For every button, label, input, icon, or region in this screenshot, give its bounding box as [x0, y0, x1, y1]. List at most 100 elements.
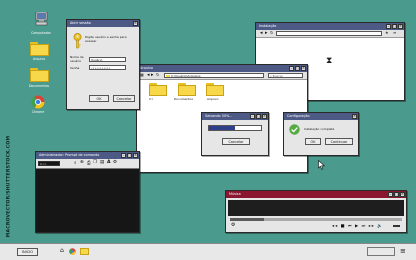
search-icon[interactable]: ⌕ [74, 160, 77, 166]
hamburger-icon[interactable]: ≡ [400, 246, 406, 256]
close-button[interactable]: × [398, 24, 403, 29]
taskbar: INICIO ⌂ ≡ [0, 243, 416, 260]
minimize-button[interactable]: – [121, 153, 126, 158]
desktop-icon-computer[interactable]: Computador [26, 12, 56, 38]
window-title: Instalação [259, 24, 277, 28]
hourglass-icon: ⧗ [326, 56, 333, 66]
folder-icon [30, 42, 49, 56]
window-title: Música [229, 192, 241, 196]
terminal-titlebar: Administrador: Prompt de comando – □ × [36, 152, 139, 159]
close-button[interactable]: × [301, 66, 306, 71]
window-title: Abrir sessão [70, 21, 91, 25]
password-field[interactable]: ••••••••••• [89, 65, 126, 70]
explorer-toolbar: ▦ ◂ ▸ ↻ C:\Usuário\Arquivos ⌕ Buscar [137, 72, 307, 80]
play-icon[interactable]: ▶ [355, 223, 359, 228]
mouse-cursor-icon [318, 160, 325, 170]
volume-slider[interactable] [393, 225, 400, 227]
key-icon [73, 33, 82, 49]
watermark: MACROVECTOR/SHUTTERSTOCK.COM [6, 135, 12, 238]
previous-icon[interactable]: ⏮ [348, 223, 353, 228]
settings-icon[interactable]: ⚙ [231, 222, 235, 228]
folder-item[interactable]: Arquivo [203, 83, 231, 105]
fast-forward-icon[interactable]: ▸▸ [369, 223, 375, 228]
folder-label: Documentos [174, 97, 193, 101]
system-tray [367, 247, 395, 256]
config-window: Configuração × Instalação completa OK Co… [283, 112, 359, 156]
terminal-prompt[interactable]: C:\> [38, 161, 60, 166]
minimize-button[interactable]: – [386, 24, 391, 29]
user-field[interactable]: Usuário [89, 57, 126, 62]
desktop-icon-label: Documentos [28, 84, 50, 88]
window-title: Administrador: Prompt de comando [39, 153, 100, 157]
path-field[interactable]: C:\Usuário\Arquivos [164, 73, 264, 78]
desktop-icon-label: Chrome [31, 110, 45, 114]
ok-button[interactable]: OK [305, 138, 321, 145]
media-window: Música – □ × ⚙ ◂◂ ■ ⏮ ▶ ⏭ ▸▸ 🔈 [225, 190, 407, 233]
maximize-button[interactable]: □ [394, 192, 399, 197]
menu-icon[interactable]: ≡ [393, 30, 396, 36]
path-text: C:\Usuário\Arquivos [171, 74, 201, 78]
refresh-icon[interactable]: ↻ [270, 30, 273, 36]
address-bar[interactable] [276, 31, 382, 36]
forward-icon[interactable]: ▸ [151, 72, 154, 78]
config-titlebar: Configuração × [284, 113, 358, 120]
pass-label: Senha [70, 66, 80, 70]
folder-icon[interactable] [80, 248, 89, 255]
minimize-button[interactable]: – [250, 114, 255, 119]
minimize-button[interactable]: – [388, 192, 393, 197]
continue-button[interactable]: Continuar [325, 138, 353, 145]
close-button[interactable]: × [262, 114, 267, 119]
folder-label: Arquivo [207, 97, 219, 101]
close-button[interactable]: × [133, 153, 138, 158]
desktop-icon-chrome[interactable]: Chrome [23, 95, 53, 121]
folder-item[interactable]: C:\ [146, 83, 174, 105]
maximize-button[interactable]: □ [392, 24, 397, 29]
forward-icon[interactable]: ▸ [265, 30, 268, 36]
maximize-button[interactable]: □ [295, 66, 300, 71]
start-button[interactable]: INICIO [17, 248, 38, 256]
star-icon[interactable]: ★ [385, 30, 389, 36]
media-display [228, 200, 404, 216]
folder-item[interactable]: Documentos [173, 83, 201, 105]
close-button[interactable]: × [133, 21, 138, 26]
maximize-button[interactable]: □ [256, 114, 261, 119]
search-input[interactable]: ⌕ Buscar [268, 73, 303, 78]
settings-icon[interactable]: ⚙ [113, 160, 117, 165]
font-icon[interactable]: A [107, 160, 110, 165]
zoom-icon[interactable]: ⊕ [80, 160, 84, 165]
home-icon[interactable]: ⌂ [60, 247, 64, 255]
grid-view-icon[interactable]: ▦ [140, 72, 144, 78]
back-icon[interactable]: ◂ [260, 30, 263, 36]
search-placeholder: Buscar [272, 74, 283, 78]
copy-icon[interactable]: ❐ [93, 160, 97, 165]
user-label: Nome de usuário [70, 55, 84, 63]
stop-icon[interactable]: ■ [341, 223, 346, 228]
folder-icon [30, 68, 49, 82]
cancel-button[interactable]: Cancelar [222, 138, 250, 145]
rewind-icon[interactable]: ◂◂ [332, 223, 338, 228]
cancel-button[interactable]: Cancelar [113, 95, 135, 102]
window-title: Arquivo [140, 66, 153, 70]
login-prompt: Digite usuário e senha para acessar [85, 35, 127, 43]
minimize-button[interactable]: – [289, 66, 294, 71]
back-icon[interactable]: ◂ [147, 72, 150, 78]
desktop-icon-label: Arquivo [32, 57, 46, 61]
media-seekbar[interactable] [230, 218, 402, 221]
terminal-output[interactable] [36, 169, 139, 232]
paste-icon[interactable]: ▤ [100, 160, 104, 165]
desktop-icon-archive[interactable]: Arquivo [24, 42, 54, 68]
close-button[interactable]: × [400, 192, 405, 197]
chrome-icon[interactable] [69, 248, 76, 255]
refresh-icon[interactable]: ↻ [156, 72, 159, 78]
login-titlebar: Abrir sessão × [67, 20, 139, 27]
ok-button[interactable]: OK [89, 95, 109, 102]
next-icon[interactable]: ⏭ [362, 223, 367, 228]
close-button[interactable]: × [352, 114, 357, 119]
print-icon[interactable]: ⎙ [87, 160, 91, 166]
maximize-button[interactable]: □ [127, 153, 132, 158]
terminal-toolbar: C:\> ⌕ ⊕ ⎙ ❐ ▤ A ⚙ [36, 159, 139, 169]
volume-icon[interactable]: 🔈 [377, 223, 383, 228]
folder-icon [178, 83, 196, 96]
desktop-icon-documents[interactable]: Documentos [24, 68, 54, 94]
browser-toolbar: ◂ ▸ ↻ ★ ≡ [256, 30, 404, 38]
